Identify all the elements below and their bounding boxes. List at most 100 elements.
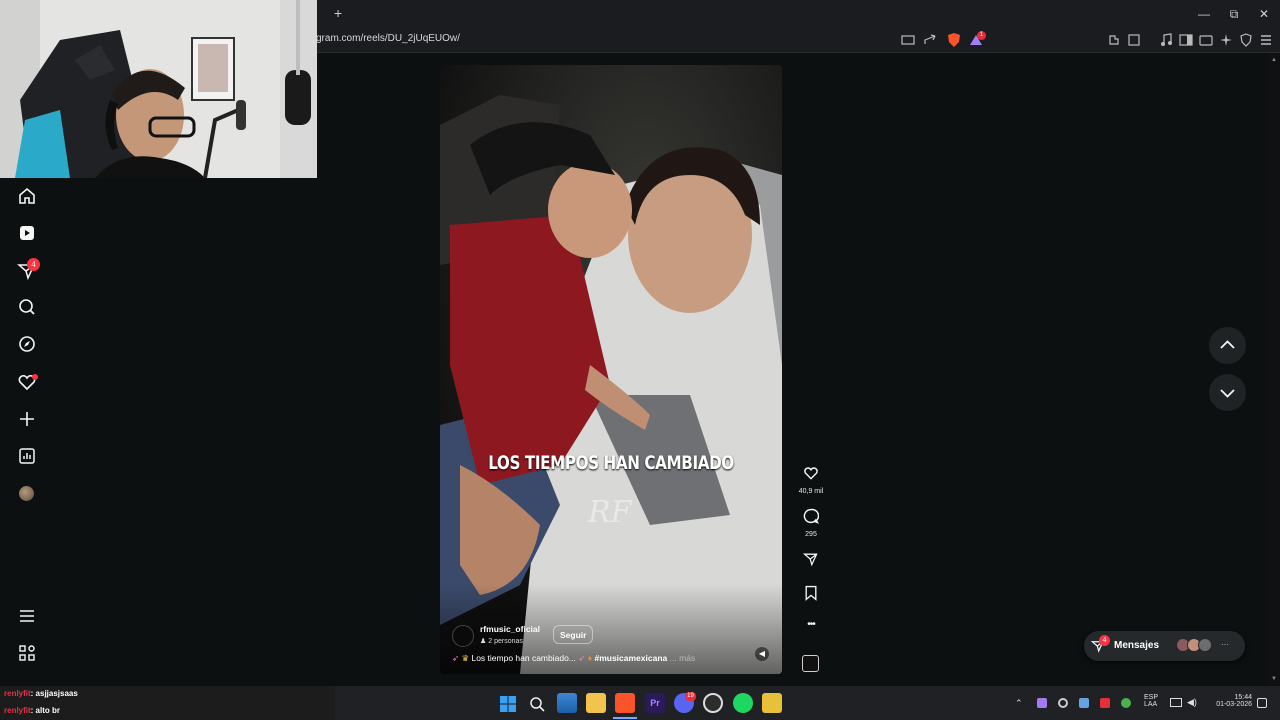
scroll-down-arrow-icon[interactable]: ▼ bbox=[1271, 676, 1277, 682]
chat-message: renlyfit: alto br bbox=[4, 706, 60, 715]
premiere-pro-icon[interactable]: Pr bbox=[645, 693, 665, 713]
spotify-icon[interactable] bbox=[733, 693, 753, 713]
like-action[interactable]: 40,9 mil bbox=[796, 465, 826, 495]
wallet-icon[interactable] bbox=[1198, 32, 1214, 48]
share-icon[interactable] bbox=[922, 32, 938, 48]
steam-icon[interactable] bbox=[1079, 698, 1089, 708]
webcam-overlay bbox=[0, 0, 317, 178]
clock-time: 15:44 bbox=[1234, 694, 1252, 701]
comment-icon[interactable] bbox=[803, 508, 820, 524]
reel-description[interactable]: ➶ ♛ Los tiempo han cambiado... ➶ ♦ #musi… bbox=[452, 653, 695, 664]
chevron-down-icon bbox=[1220, 389, 1235, 398]
messages-badge: 4 bbox=[27, 258, 40, 271]
media-control-icon[interactable] bbox=[1158, 32, 1174, 48]
chat-message: renlyfit: asjjasjsaas bbox=[4, 689, 78, 698]
minimize-button[interactable]: — bbox=[1189, 4, 1219, 24]
close-window-button[interactable]: ✕ bbox=[1249, 4, 1279, 24]
like-count: 40,9 mil bbox=[798, 488, 824, 495]
explore-icon[interactable] bbox=[17, 334, 37, 354]
restore-button[interactable]: ⧉ bbox=[1219, 4, 1249, 24]
keyboard-layout: LAA bbox=[1144, 701, 1158, 708]
reel-video-frame bbox=[440, 65, 782, 674]
rocket-icon-2: ➶ bbox=[578, 653, 588, 663]
messages-button[interactable]: 4 Mensajes ··· bbox=[1084, 631, 1245, 661]
scroll-up-arrow-icon[interactable]: ▲ bbox=[1271, 57, 1277, 63]
reel-description-text: Los tiempo han cambiado... bbox=[471, 653, 576, 663]
reel-caption-overlay: LOS TIEMPOS HAN CAMBIADO bbox=[488, 452, 734, 474]
menu-icon[interactable] bbox=[17, 606, 37, 626]
headset-icon[interactable] bbox=[1058, 698, 1068, 708]
brave-shields-icon[interactable] bbox=[946, 32, 962, 48]
create-icon[interactable] bbox=[17, 409, 37, 429]
microphone-icon[interactable] bbox=[1121, 698, 1131, 708]
leo-ai-icon[interactable] bbox=[1218, 32, 1234, 48]
people-icon: ♟ bbox=[480, 638, 489, 645]
taskbar bbox=[335, 686, 1280, 720]
brave-browser-icon[interactable] bbox=[615, 693, 635, 713]
sound-icon[interactable]: ◀ bbox=[755, 647, 769, 661]
chat-username: renlyfit bbox=[4, 706, 31, 715]
vpn-icon[interactable] bbox=[1238, 32, 1254, 48]
clock[interactable]: 15:44 01-03-2026 bbox=[1208, 694, 1252, 708]
messages-button-label: Mensajes bbox=[1114, 640, 1160, 651]
home-icon[interactable] bbox=[17, 186, 37, 206]
comment-count: 295 bbox=[805, 531, 817, 538]
reel-video[interactable]: LOS TIEMPOS HAN CAMBIADO RF rfmusic_ofic… bbox=[440, 65, 782, 674]
like-icon[interactable] bbox=[803, 465, 819, 481]
follow-button[interactable]: Seguir bbox=[553, 625, 594, 644]
tray-app-icon[interactable] bbox=[1037, 698, 1047, 708]
reel-author-avatar[interactable] bbox=[452, 625, 474, 647]
windows-start-icon[interactable] bbox=[500, 696, 516, 712]
taskbar-app-icon[interactable] bbox=[762, 693, 782, 713]
chat-text: : asjjasjsaas bbox=[30, 689, 78, 698]
taskbar-search-icon[interactable] bbox=[529, 696, 545, 712]
cast-icon[interactable] bbox=[900, 32, 916, 48]
message-avatar bbox=[1198, 638, 1212, 652]
more-options-icon[interactable]: ••• bbox=[803, 619, 819, 630]
audio-thumbnail[interactable] bbox=[802, 655, 819, 672]
reel-more-link[interactable]: ... más bbox=[670, 653, 696, 663]
reel-author-name[interactable]: rfmusic_oficial bbox=[480, 624, 540, 634]
screenshot-icon[interactable] bbox=[1126, 32, 1142, 48]
notification-center-icon[interactable] bbox=[1257, 698, 1267, 708]
browser-menu-icon[interactable] bbox=[1258, 32, 1274, 48]
taskbar-app-photos-icon[interactable] bbox=[557, 693, 577, 713]
url-field[interactable]: gram.com/reels/DU_2jUqEUOw/ bbox=[316, 33, 460, 44]
search-icon[interactable] bbox=[17, 297, 37, 317]
comment-action[interactable]: 295 bbox=[796, 508, 826, 538]
discord-badge: 19 bbox=[685, 692, 696, 701]
apps-icon[interactable] bbox=[17, 643, 37, 663]
file-explorer-icon[interactable] bbox=[586, 693, 606, 713]
messages-more-icon[interactable]: ··· bbox=[1221, 640, 1229, 649]
active-app-indicator bbox=[613, 717, 637, 719]
sidebar-toggle-icon[interactable] bbox=[1178, 32, 1194, 48]
reel-audience-text: 2 personas bbox=[488, 638, 523, 645]
extensions-icon[interactable] bbox=[1106, 32, 1122, 48]
reels-icon[interactable] bbox=[17, 223, 37, 243]
language-indicator[interactable]: ESP LAA bbox=[1144, 694, 1158, 708]
new-tab-button[interactable]: + bbox=[334, 4, 348, 22]
reel-audience: ♟ 2 personas bbox=[480, 637, 523, 645]
dashboard-icon[interactable] bbox=[17, 446, 37, 466]
tray-red-app-icon[interactable] bbox=[1100, 698, 1110, 708]
save-icon[interactable] bbox=[803, 585, 819, 601]
previous-reel-button[interactable] bbox=[1209, 327, 1246, 364]
next-reel-button[interactable] bbox=[1209, 374, 1246, 411]
chevron-up-icon bbox=[1220, 340, 1235, 349]
chat-text: : alto br bbox=[30, 706, 61, 715]
reel-watermark: RF bbox=[588, 495, 632, 530]
reel-hashtag[interactable]: #musicamexicana bbox=[594, 653, 667, 663]
share-reel-icon[interactable] bbox=[803, 551, 819, 567]
trophy-icon: ♛ bbox=[461, 653, 472, 663]
volume-icon[interactable]: ◀) bbox=[1187, 697, 1197, 708]
profile-avatar[interactable] bbox=[19, 486, 34, 501]
rewards-badge: 1 bbox=[977, 31, 986, 40]
stream-chat: renlyfit: asjjasjsaas renlyfit: alto br bbox=[0, 686, 335, 720]
tray-expand-icon[interactable]: ⌃ bbox=[1015, 698, 1023, 709]
obs-icon[interactable] bbox=[703, 693, 723, 713]
webcam-image bbox=[0, 0, 317, 178]
language-code: ESP bbox=[1144, 694, 1159, 701]
clock-date: 01-03-2026 bbox=[1216, 701, 1252, 708]
page-scrollbar[interactable]: ▲ ▼ bbox=[1268, 53, 1280, 686]
network-icon[interactable] bbox=[1170, 698, 1182, 707]
